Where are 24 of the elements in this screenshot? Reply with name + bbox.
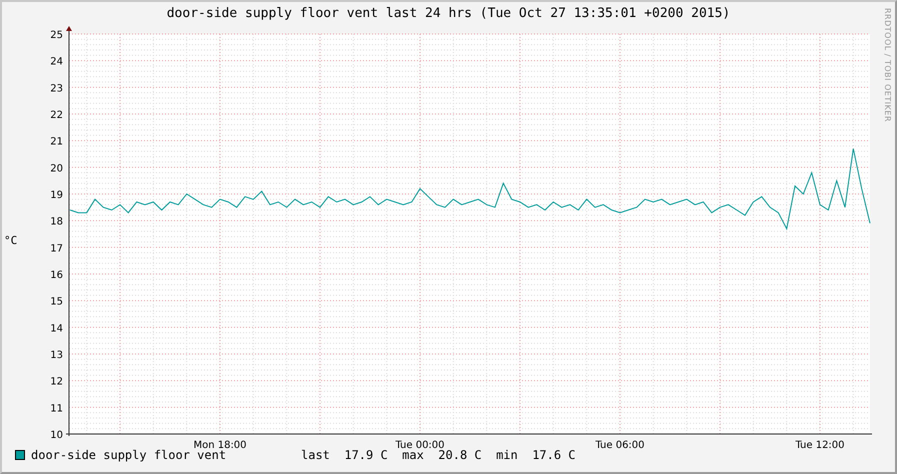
y-tick-label: 10 [50,430,63,441]
y-tick-label: 12 [50,376,63,388]
legend-label: door-side supply floor vent [31,448,226,462]
x-tick-label: Tue 00:00 [395,440,445,451]
y-tick-label: 15 [50,296,63,308]
legend-stats: last 17.9 C max 20.8 C min 17.6 C [301,448,576,462]
credit-text: RRDTOOL / TOBI OETIKER [883,8,892,122]
y-tick-label: 14 [50,323,63,334]
y-tick-label: 17 [50,243,63,254]
y-tick-label: 22 [50,110,63,121]
y-tick-label: 21 [50,136,63,148]
y-axis-label: °C [4,234,18,246]
y-tick-label: 16 [50,270,63,281]
y-tick-label: 19 [50,190,63,201]
y-tick-label: 18 [50,216,63,228]
x-tick-label: Tue 06:00 [595,440,645,451]
y-tick-label: 23 [50,83,63,94]
x-tick-label: Mon 18:00 [193,440,247,451]
y-tick-label: 13 [50,350,63,361]
y-tick-label: 20 [50,163,63,174]
y-tick-label: 11 [50,403,63,414]
y-tick-label: 25 [50,30,63,41]
y-tick-label: 24 [50,56,63,68]
x-tick-label: Tue 12:00 [795,440,845,451]
